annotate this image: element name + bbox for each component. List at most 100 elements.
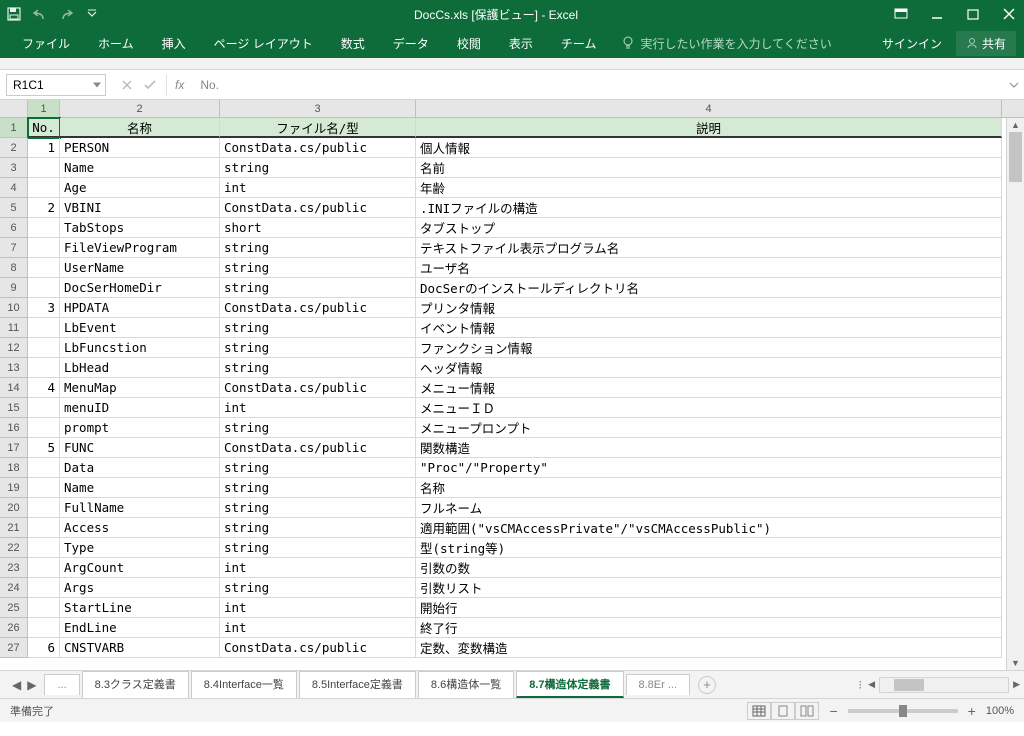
cell[interactable]	[28, 278, 60, 298]
row-header[interactable]: 21	[0, 518, 28, 538]
cell[interactable]	[28, 518, 60, 538]
scroll-up-icon[interactable]: ▲	[1007, 118, 1024, 132]
ribbon-display-icon[interactable]	[892, 5, 910, 23]
cell[interactable]: 年齢	[416, 178, 1002, 198]
horizontal-scrollbar[interactable]	[879, 677, 1009, 693]
cell[interactable]: MenuMap	[60, 378, 220, 398]
tab-team[interactable]: チーム	[547, 28, 611, 58]
select-all-corner[interactable]	[0, 100, 28, 117]
view-page-break-icon[interactable]	[795, 702, 819, 720]
cell[interactable]: int	[220, 598, 416, 618]
tab-page-layout[interactable]: ページ レイアウト	[200, 28, 327, 58]
cell[interactable]: string	[220, 578, 416, 598]
tab-view[interactable]: 表示	[495, 28, 547, 58]
row-header[interactable]: 26	[0, 618, 28, 638]
row-header[interactable]: 17	[0, 438, 28, 458]
row-header[interactable]: 8	[0, 258, 28, 278]
cell[interactable]: string	[220, 278, 416, 298]
tab-review[interactable]: 校閲	[443, 28, 495, 58]
cell[interactable]: 5	[28, 438, 60, 458]
tab-file[interactable]: ファイル	[8, 28, 84, 58]
cell[interactable]: "Proc"/"Property"	[416, 458, 1002, 478]
cell[interactable]: LbHead	[60, 358, 220, 378]
row-header[interactable]: 10	[0, 298, 28, 318]
vertical-scrollbar[interactable]: ▲ ▼	[1006, 118, 1024, 670]
row-header[interactable]: 1	[0, 118, 28, 138]
cell[interactable]: 型(string等)	[416, 538, 1002, 558]
tellme-search[interactable]: 実行したい作業を入力してください	[610, 35, 843, 52]
cell[interactable]: イベント情報	[416, 318, 1002, 338]
row-header[interactable]: 9	[0, 278, 28, 298]
cell[interactable]: string	[220, 258, 416, 278]
cell[interactable]: DocSerのインストールディレクトリ名	[416, 278, 1002, 298]
signin-link[interactable]: サインイン	[882, 35, 942, 52]
cell[interactable]	[28, 318, 60, 338]
cell[interactable]: int	[220, 558, 416, 578]
cell[interactable]: 名称	[60, 118, 220, 138]
formula-input[interactable]: No.	[192, 78, 1004, 92]
row-header[interactable]: 11	[0, 318, 28, 338]
cell[interactable]: No.	[28, 118, 60, 138]
cell[interactable]: Type	[60, 538, 220, 558]
row-header[interactable]: 14	[0, 378, 28, 398]
cell[interactable]: CNSTVARB	[60, 638, 220, 658]
cell[interactable]	[28, 258, 60, 278]
cell[interactable]: メニュープロンプト	[416, 418, 1002, 438]
row-header[interactable]: 16	[0, 418, 28, 438]
cell[interactable]: EndLine	[60, 618, 220, 638]
undo-icon[interactable]	[32, 6, 48, 22]
cell[interactable]: string	[220, 338, 416, 358]
cell[interactable]	[28, 418, 60, 438]
cell[interactable]	[28, 178, 60, 198]
cell[interactable]: ファイル名/型	[220, 118, 416, 138]
row-header[interactable]: 27	[0, 638, 28, 658]
cell[interactable]: string	[220, 158, 416, 178]
cell[interactable]: 説明	[416, 118, 1002, 138]
cell[interactable]: Access	[60, 518, 220, 538]
cell[interactable]	[28, 558, 60, 578]
row-header[interactable]: 6	[0, 218, 28, 238]
cell[interactable]: メニュー情報	[416, 378, 1002, 398]
cell[interactable]: menuID	[60, 398, 220, 418]
cell[interactable]: string	[220, 498, 416, 518]
cell[interactable]: string	[220, 518, 416, 538]
save-icon[interactable]	[6, 6, 22, 22]
row-header[interactable]: 22	[0, 538, 28, 558]
row-header[interactable]: 15	[0, 398, 28, 418]
cell[interactable]: 2	[28, 198, 60, 218]
row-header[interactable]: 24	[0, 578, 28, 598]
zoom-out-icon[interactable]: −	[829, 703, 837, 719]
cell[interactable]: string	[220, 478, 416, 498]
cell[interactable]: FileViewProgram	[60, 238, 220, 258]
cell[interactable]	[28, 338, 60, 358]
cell[interactable]: string	[220, 318, 416, 338]
cancel-icon[interactable]	[122, 80, 132, 90]
cell[interactable]: string	[220, 458, 416, 478]
cell[interactable]: FUNC	[60, 438, 220, 458]
tab-formulas[interactable]: 数式	[327, 28, 379, 58]
cell[interactable]: UserName	[60, 258, 220, 278]
cell[interactable]: Name	[60, 478, 220, 498]
row-header[interactable]: 23	[0, 558, 28, 578]
scroll-down-icon[interactable]: ▼	[1007, 656, 1024, 670]
zoom-in-icon[interactable]: +	[968, 703, 976, 719]
cell[interactable]: ConstData.cs/public	[220, 138, 416, 158]
minimize-icon[interactable]	[928, 5, 946, 23]
cell[interactable]: ファンクション情報	[416, 338, 1002, 358]
cell[interactable]	[28, 158, 60, 178]
cell[interactable]: 定数、変数構造	[416, 638, 1002, 658]
cell[interactable]: string	[220, 538, 416, 558]
fx-icon[interactable]: fx	[167, 78, 192, 92]
cell[interactable]: 適用範囲("vsCMAccessPrivate"/"vsCMAccessPubl…	[416, 518, 1002, 538]
cell[interactable]: ConstData.cs/public	[220, 438, 416, 458]
cell[interactable]: int	[220, 178, 416, 198]
close-icon[interactable]	[1000, 5, 1018, 23]
cell[interactable]: LbEvent	[60, 318, 220, 338]
cell[interactable]: 関数構造	[416, 438, 1002, 458]
cell[interactable]: int	[220, 618, 416, 638]
enter-icon[interactable]	[144, 80, 156, 90]
cell[interactable]: ユーザ名	[416, 258, 1002, 278]
cell[interactable]: ConstData.cs/public	[220, 378, 416, 398]
cell[interactable]: string	[220, 358, 416, 378]
cell[interactable]: LbFuncstion	[60, 338, 220, 358]
